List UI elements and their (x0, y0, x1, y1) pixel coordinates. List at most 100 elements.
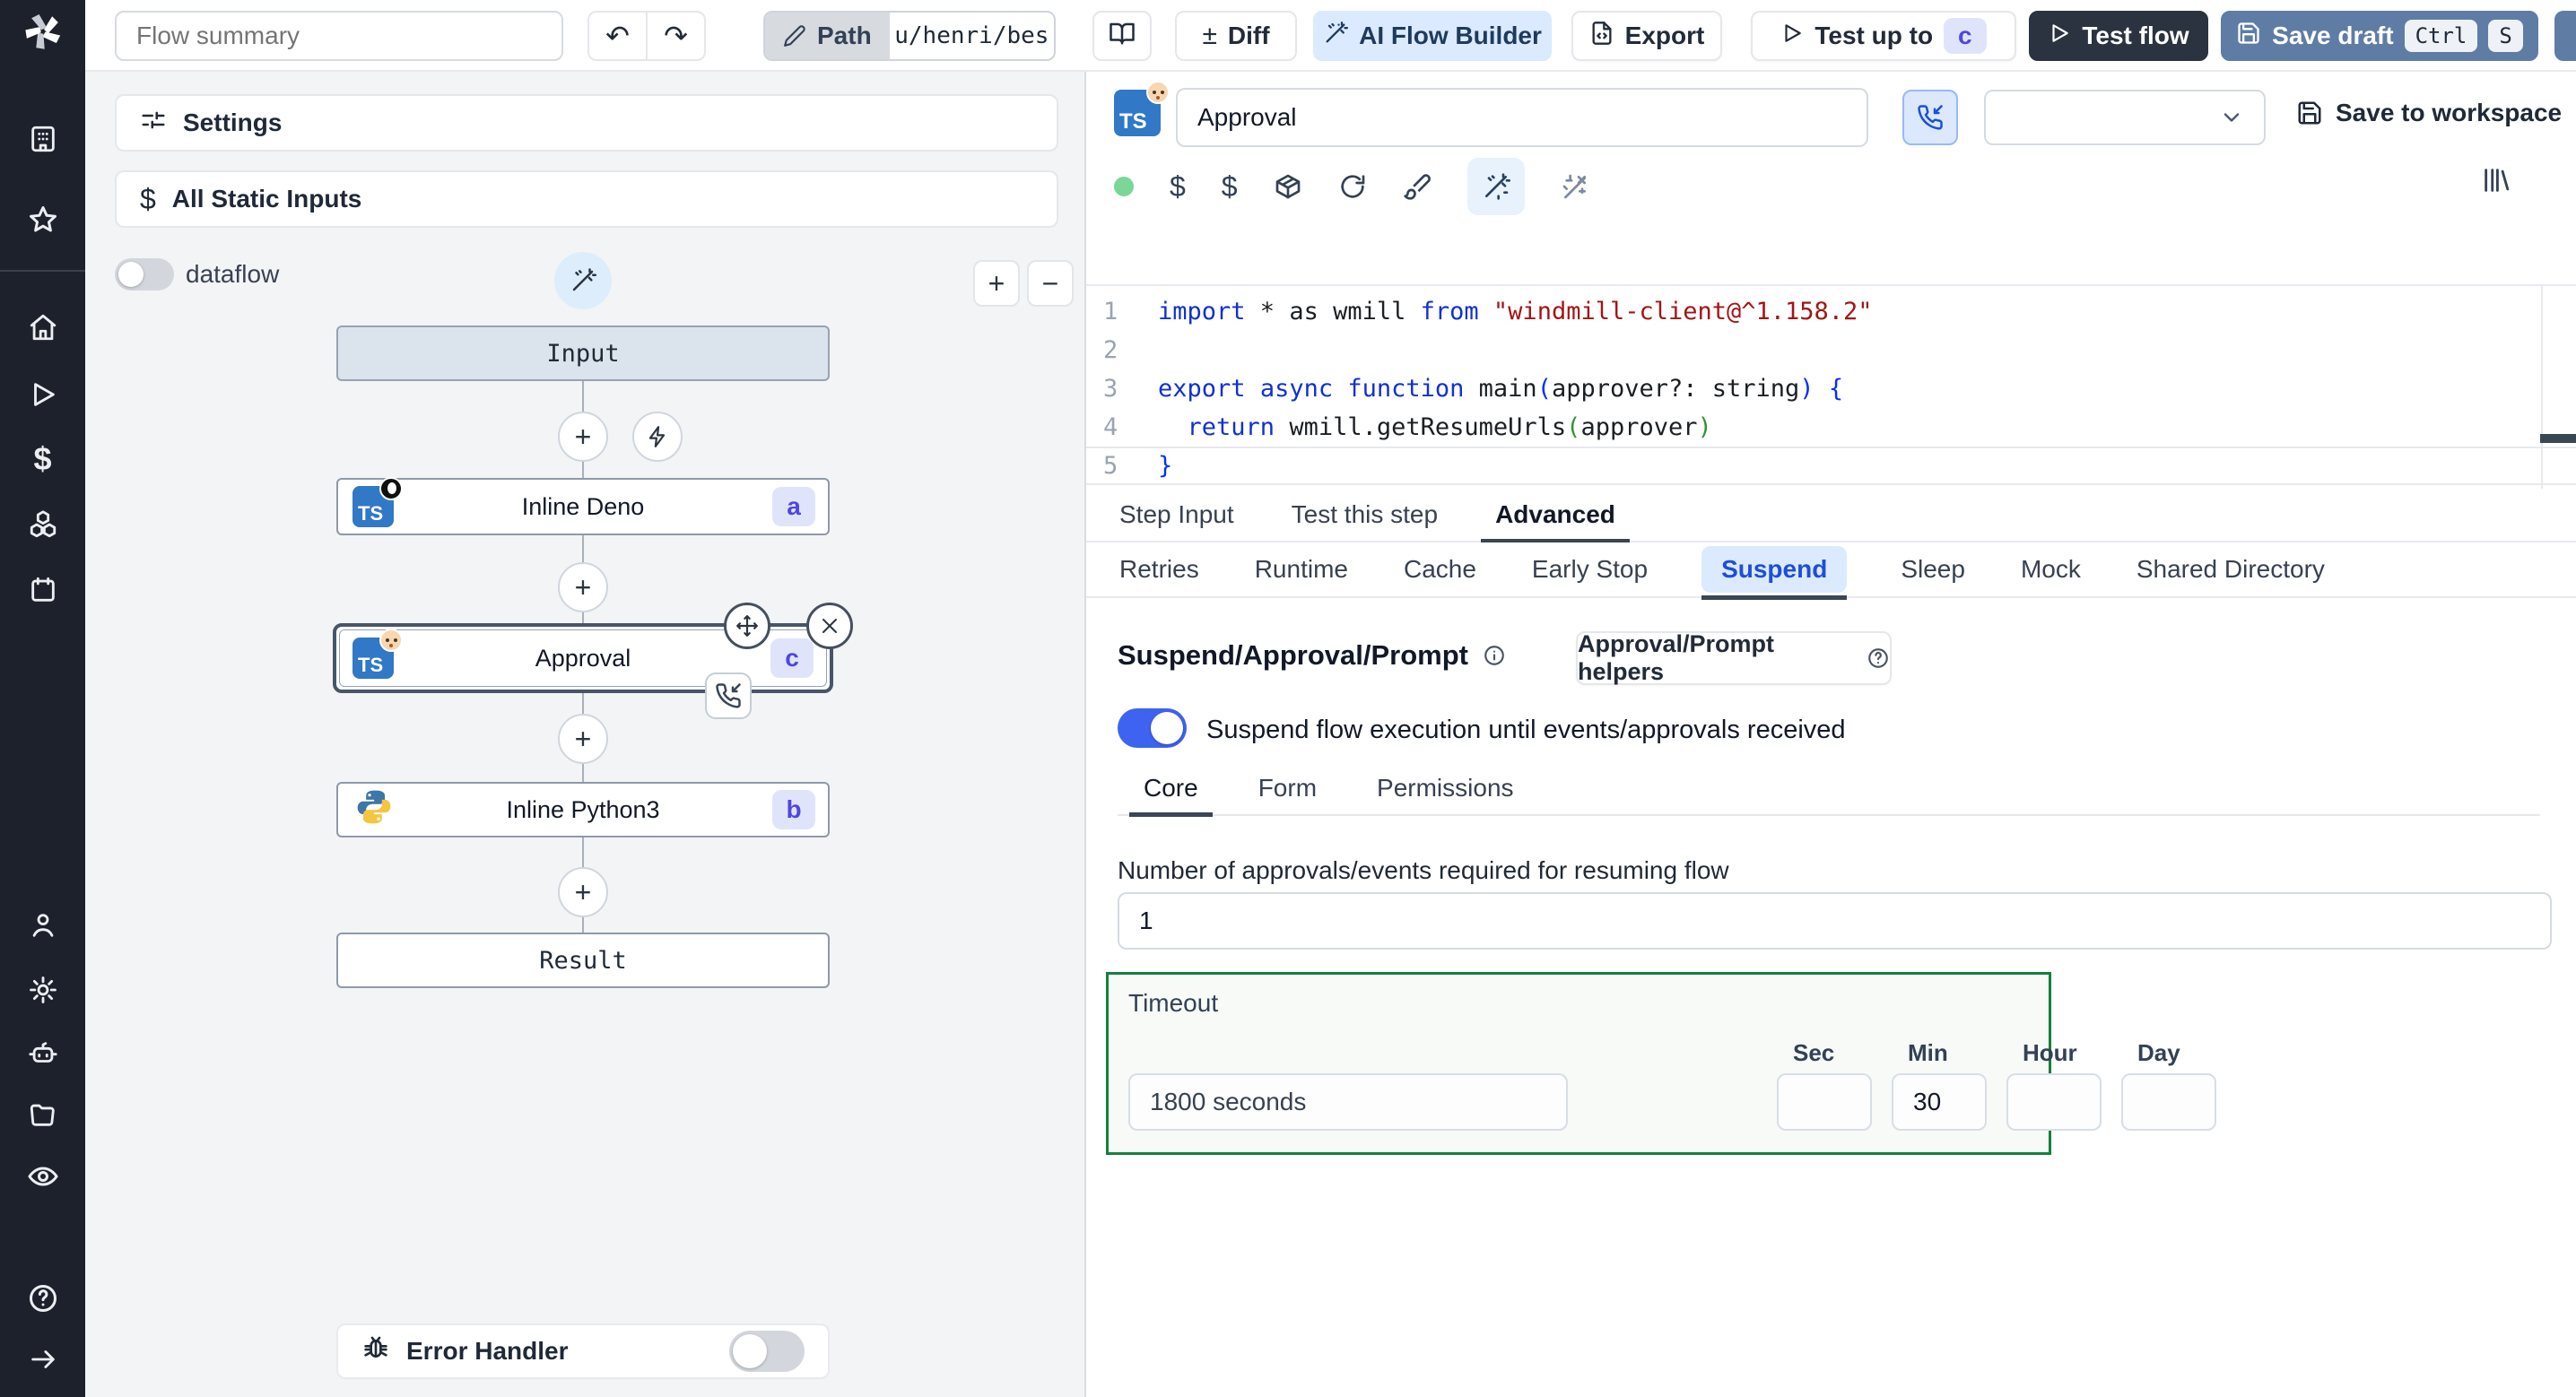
undo-redo-group: ↶ ↷ (587, 11, 706, 61)
expand-sidebar-arrow-icon[interactable] (0, 1341, 85, 1377)
home-icon[interactable] (0, 309, 85, 345)
info-icon[interactable] (1483, 644, 1506, 667)
help-circle-icon (1867, 646, 1890, 670)
ai-graph-wand-button[interactable] (554, 252, 612, 309)
tab-suspend[interactable]: Suspend (1701, 546, 1848, 600)
path-button[interactable]: Path u/henri/bes (763, 11, 1056, 61)
variables-dollar-icon[interactable]: $ (0, 440, 85, 477)
flow-summary-input[interactable] (115, 11, 563, 61)
undo-button[interactable]: ↶ (589, 19, 646, 53)
favorites-star-icon[interactable] (0, 202, 85, 238)
library-icon[interactable] (2481, 165, 2511, 195)
code-line[interactable]: 1 import * as wmill from "windmill-client… (1086, 292, 2576, 331)
windmill-logo-icon[interactable] (0, 13, 85, 49)
user-icon[interactable] (0, 907, 85, 943)
reload-icon[interactable] (1338, 172, 1367, 201)
timeout-unit-min-label: Min (1908, 1039, 1948, 1066)
chevron-down-icon (2224, 113, 2240, 122)
error-handler-toggle[interactable] (729, 1331, 805, 1372)
redo-button[interactable]: ↷ (648, 19, 704, 53)
audit-eye-icon[interactable] (0, 1158, 85, 1194)
flow-node-label: Inline Deno (521, 492, 645, 520)
flow-node-result[interactable]: Result (336, 933, 830, 988)
baby-emoji-icon (1146, 81, 1170, 104)
docs-book-button[interactable] (1092, 11, 1152, 61)
folders-icon[interactable] (0, 1097, 85, 1132)
add-step-button[interactable]: + (558, 714, 608, 764)
save-draft-button[interactable]: Save draft Ctrl S (2221, 11, 2538, 61)
tab-early-stop[interactable]: Early Stop (1530, 542, 1649, 596)
all-static-inputs-button[interactable]: $ All Static Inputs (115, 170, 1058, 228)
tab-retries[interactable]: Retries (1118, 542, 1201, 596)
step-name-input[interactable] (1176, 88, 1868, 147)
approval-prompt-helpers-button[interactable]: Approval/Prompt helpers (1576, 630, 1892, 685)
workers-robot-icon[interactable] (0, 1036, 85, 1072)
package-icon[interactable] (1274, 172, 1302, 201)
flow-settings-button[interactable]: Settings (115, 94, 1058, 152)
code-line[interactable]: 4 return wmill.getResumeUrls(approver) (1086, 408, 2576, 447)
dollar-resource-icon[interactable]: $ (1222, 170, 1238, 204)
tab-runtime[interactable]: Runtime (1253, 542, 1350, 596)
typescript-step-icon: TS (1114, 81, 1170, 136)
phone-incoming-icon (716, 683, 741, 708)
ai-assistant-off-icon[interactable] (1561, 172, 1589, 201)
move-node-button[interactable] (724, 603, 770, 649)
tab-advanced[interactable]: Advanced (1481, 488, 1630, 543)
add-trigger-zap-button[interactable] (632, 412, 683, 462)
kbd-s: S (2488, 20, 2523, 52)
zoom-out-button[interactable]: − (1027, 260, 1074, 307)
export-button[interactable]: Export (1571, 11, 1722, 61)
suspend-enable-toggle[interactable] (1118, 708, 1187, 748)
delete-node-button[interactable] (806, 603, 853, 649)
diff-icon: ± (1202, 21, 1217, 50)
diff-button[interactable]: ± Diff (1175, 11, 1297, 61)
suspend-phone-badge[interactable] (705, 672, 752, 719)
tab-mock[interactable]: Mock (2019, 542, 2083, 596)
test-flow-button[interactable]: Test flow (2029, 11, 2208, 61)
test-up-to-button[interactable]: Test up to c (1751, 11, 2016, 61)
tab-permissions[interactable]: Permissions (1375, 761, 1515, 815)
panel-divider[interactable] (1084, 72, 1086, 1397)
windmill-flow-editor: $ ↶ ↷ (0, 0, 2576, 1397)
format-brush-icon[interactable] (1403, 172, 1432, 201)
code-line[interactable]: 2 (1086, 331, 2576, 369)
dollar-variable-icon[interactable]: $ (1170, 170, 1186, 204)
dataflow-toggle[interactable] (115, 258, 174, 291)
tab-core[interactable]: Core (1129, 761, 1213, 817)
save-to-workspace-button[interactable]: Save to workspace (2296, 99, 2562, 127)
code-line[interactable]: 3 export async function main(approver?: s… (1086, 369, 2576, 408)
code-line[interactable]: 5} (1086, 447, 2576, 485)
script-kind-select[interactable] (1984, 90, 2266, 145)
tab-cache[interactable]: Cache (1402, 542, 1478, 596)
suspend-phone-toggle-button[interactable] (1902, 90, 1958, 145)
tab-form[interactable]: Form (1257, 761, 1318, 815)
tab-step-input[interactable]: Step Input (1118, 488, 1236, 542)
add-step-button[interactable]: + (558, 412, 608, 462)
timeout-day-input[interactable] (2121, 1073, 2216, 1131)
schedules-calendar-icon[interactable] (0, 572, 85, 608)
tab-shared-directory[interactable]: Shared Directory (2135, 542, 2327, 596)
ai-flow-builder-button[interactable]: AI Flow Builder (1313, 11, 1552, 61)
tab-sleep[interactable]: Sleep (1899, 542, 1967, 596)
runs-play-icon[interactable] (0, 377, 85, 412)
flow-node-inline-python3[interactable]: Inline Python3 b (336, 782, 830, 837)
flow-node-inline-deno[interactable]: TS Inline Deno a (336, 477, 830, 535)
timeout-min-input[interactable] (1892, 1073, 1987, 1131)
help-circle-icon[interactable] (0, 1280, 85, 1316)
resources-boxes-icon[interactable] (0, 507, 85, 542)
flow-node-input[interactable]: Input (336, 325, 830, 381)
approvals-required-input[interactable] (1118, 892, 2552, 950)
add-step-button[interactable]: + (558, 562, 608, 612)
error-handler-row[interactable]: Error Handler (336, 1323, 830, 1379)
diff-label: Diff (1227, 22, 1270, 49)
deploy-button-partial[interactable] (2554, 11, 2576, 61)
ai-assistant-wand-button[interactable] (1466, 158, 1525, 215)
zoom-in-button[interactable]: + (973, 260, 1020, 307)
settings-gear-icon[interactable] (0, 972, 85, 1008)
timeout-sec-input[interactable] (1777, 1073, 1872, 1131)
timeout-display-input[interactable] (1128, 1073, 1568, 1131)
add-step-button[interactable]: + (558, 867, 608, 917)
timeout-hour-input[interactable] (2006, 1073, 2102, 1131)
tab-test-this-step[interactable]: Test this step (1290, 488, 1440, 542)
workspace-icon[interactable] (0, 121, 85, 157)
